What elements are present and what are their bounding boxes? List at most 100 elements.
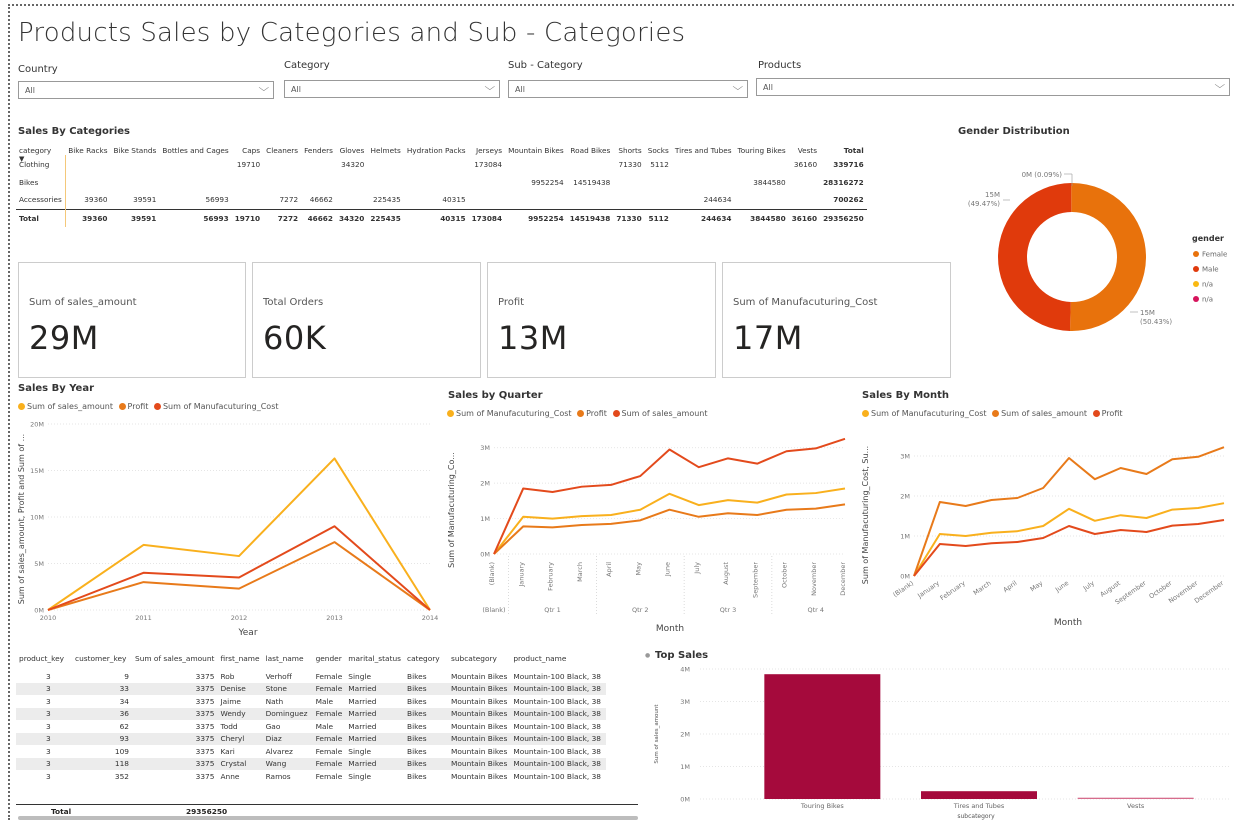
x-tick-label: April (1002, 579, 1019, 594)
detail-table[interactable]: product_key customer_key Sum of sales_amou… (16, 654, 638, 804)
series-line[interactable] (913, 446, 1225, 577)
table-cell: 34 (119, 696, 129, 706)
slicer-value: All (515, 85, 525, 94)
matrix-row[interactable]: Clothing 19710 34320 173084 71330 5112 36160 33… (16, 155, 867, 173)
series-line[interactable] (493, 487, 846, 555)
horizontal-scrollbar[interactable] (18, 816, 638, 820)
table-cell: Dominguez (262, 707, 313, 720)
table-cell: Single (348, 671, 372, 681)
top-sales-title: Top Sales (655, 650, 709, 661)
sort-arrow-icon[interactable]: ▼ (19, 155, 24, 163)
products-slicer[interactable]: All ⌵ (756, 78, 1230, 96)
matrix-row[interactable]: Bikes 9952254 14519438 3844580 28316272 (16, 173, 867, 191)
series-line[interactable] (47, 541, 431, 611)
matrix-total-cell: 36160 (788, 208, 821, 227)
y-tick-label: 20M (30, 421, 44, 429)
bar[interactable] (1077, 797, 1194, 799)
x-tick-label: January (915, 579, 941, 600)
bar[interactable] (921, 791, 1037, 799)
donut-slice[interactable] (998, 183, 1072, 331)
products-slicer-label: Products (758, 60, 802, 71)
table-cell: Mountain-100 Black, 38 (510, 732, 607, 745)
matrix-cell (367, 155, 403, 173)
x-tick-label: February (939, 579, 967, 602)
matrix-total-cell: 7272 (263, 208, 302, 227)
matrix-column-header: Mountain Bikes (508, 146, 564, 155)
legend-title: gender (1192, 234, 1224, 243)
column-header[interactable]: Sum of sales_amount (132, 654, 217, 670)
table-cell: Mountain Bikes (448, 732, 511, 745)
matrix-cell (111, 155, 160, 173)
category-slicer[interactable]: All ⌵ (284, 80, 500, 98)
x-tick-label: 2014 (422, 614, 439, 622)
table-cell: Mountain-100 Black, 38 (513, 771, 601, 781)
donut-label-male-value: 15M (985, 191, 1000, 199)
table-row[interactable]: 3 109 3375 Kari Alvarez Female Single Bikes Moun… (16, 745, 606, 758)
table-cell: Mountain-100 Black, 38 (510, 682, 607, 695)
chevron-down-icon[interactable]: ⌵ (733, 82, 744, 93)
column-header[interactable]: subcategory (448, 654, 510, 670)
table-cell: Mountain Bikes (448, 682, 511, 695)
matrix-cell: 39591 (133, 195, 157, 205)
column-header[interactable]: category (404, 654, 448, 670)
table-row[interactable]: 3 352 3375 Anne Ramos Female Single Bikes Mounta… (16, 770, 606, 783)
matrix-cell (567, 191, 614, 209)
table-row[interactable]: 3 34 3375 Jaime Nath Male Married Bikes Mountain… (16, 695, 606, 708)
legend-dot (862, 410, 869, 417)
table-row[interactable]: 3 33 3375 Denise Stone Female Married Bikes Moun… (16, 682, 607, 695)
column-header[interactable]: first_name (217, 654, 262, 670)
column-header[interactable]: marital_status (345, 654, 404, 670)
table-cell: 3375 (132, 707, 218, 720)
x-tick-label: December (839, 562, 847, 596)
matrix-cell (789, 173, 820, 191)
x-tick-label: March (972, 579, 993, 597)
table-cell: 3 (46, 671, 51, 681)
table-row[interactable]: 3 118 3375 Crystal Wang Female Married Bikes Mou… (16, 757, 607, 770)
table-cell: Cheryl (217, 732, 263, 745)
y-tick-label: 1M (900, 533, 910, 541)
table-row[interactable]: 3 36 3375 Wendy Dominguez Female Married Bikes M… (16, 707, 607, 720)
column-header[interactable]: product_key (16, 654, 72, 670)
chevron-down-icon[interactable]: ⌵ (259, 83, 270, 94)
column-header[interactable]: gender (313, 654, 346, 670)
donut-slice[interactable] (1070, 183, 1146, 331)
donut-label-male-pct: (49.47%) (968, 200, 1000, 208)
chevron-down-icon[interactable]: ⌵ (485, 82, 496, 93)
column-header[interactable]: last_name (263, 654, 313, 670)
chevron-down-icon[interactable]: ⌵ (1215, 80, 1226, 91)
y-tick-label: 2M (900, 493, 910, 501)
subcategory-slicer[interactable]: All ⌵ (508, 80, 748, 98)
legend-label: Profit (127, 402, 149, 411)
matrix-column-header: Helmets (370, 146, 401, 155)
y-tick-label: 2M (680, 731, 690, 739)
column-header[interactable]: customer_key (72, 654, 132, 670)
matrix-cell (159, 155, 231, 173)
sales-by-year-legend: Sum of sales_amount Profit Sum of Manufa… (15, 402, 279, 411)
bar[interactable] (764, 674, 881, 799)
table-row[interactable]: 3 9 3375 Rob Verhoff Female Single Bikes Mountai… (16, 670, 606, 683)
series-line[interactable] (913, 519, 1225, 577)
series-line[interactable] (913, 502, 1225, 577)
table-cell: Bikes (404, 757, 449, 770)
table-cell: 352 (114, 771, 129, 781)
series-line[interactable] (493, 437, 846, 555)
sales-by-quarter-chart[interactable]: 0M 1M 2M 3M (Blank) January February March April… (442, 420, 854, 636)
gender-donut-chart[interactable]: 0M (0.09%) 15M (49.47%) 15M (50.43%) gen… (958, 140, 1230, 340)
matrix-row[interactable]: Accessories 39360 39591 56993 7272 46662 22543… (16, 191, 867, 209)
country-slicer[interactable]: All ⌵ (18, 81, 274, 99)
table-cell: 3 (16, 757, 72, 770)
column-header[interactable]: product_name (510, 654, 606, 670)
table-row[interactable]: 3 62 3375 Todd Gao Male Married Bikes Mountain B… (16, 720, 606, 733)
matrix-row-label: Accessories (16, 191, 66, 209)
table-row[interactable]: 3 93 3375 Cheryl Diaz Female Married Bikes Mount… (16, 732, 607, 745)
matrix-cell: 173084 (474, 159, 503, 169)
top-sales-chart[interactable]: 0M 1M 2M 3M 4M Touring Bikes Tires and Tubes Ve… (650, 662, 1232, 820)
sales-by-year-chart[interactable]: 0M5M10M15M20M2010 2011 2012 2013 2014 Sum of… (14, 414, 440, 640)
y-tick-label: 0M (680, 796, 690, 804)
matrix-cell (301, 173, 336, 191)
matrix-cell: 244634 (703, 195, 732, 205)
series-line[interactable] (493, 503, 846, 555)
matrix-cell: 3844580 (753, 177, 786, 187)
sales-by-categories-matrix[interactable]: category Bike Racks Bike Stands Bottles and… (16, 141, 867, 227)
sales-by-month-chart[interactable]: 0M1M2M3M(Blank) JanuaryFebruary March April… (856, 420, 1232, 636)
